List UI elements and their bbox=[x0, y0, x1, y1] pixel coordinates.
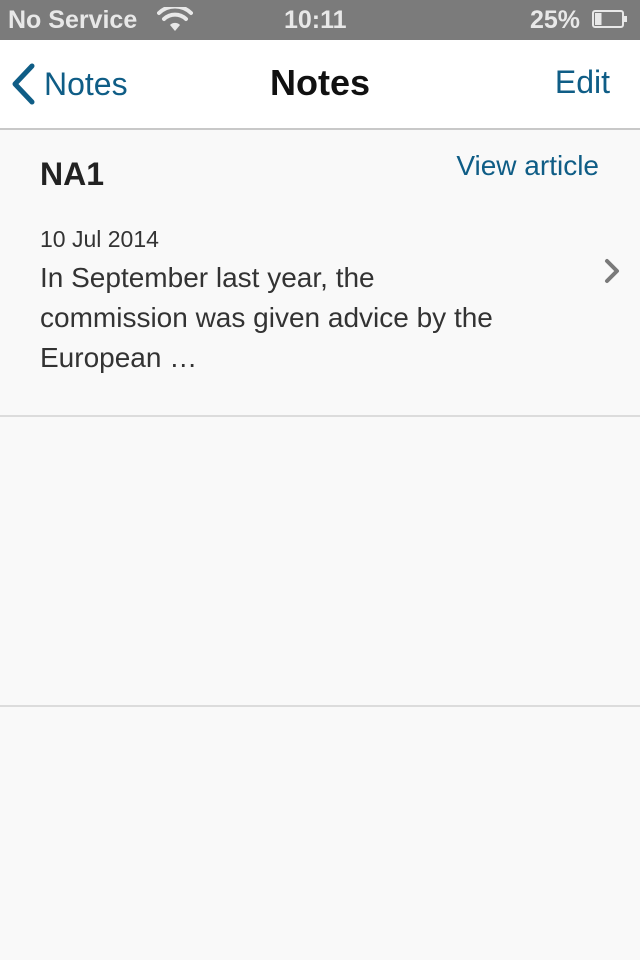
wifi-icon bbox=[157, 7, 193, 31]
page-title: Notes bbox=[269, 62, 371, 103]
battery-percent: 25% bbox=[530, 6, 581, 34]
note-date: 10 Jul 2014 bbox=[40, 226, 159, 252]
note-title: NA1 bbox=[40, 156, 105, 192]
battery-icon bbox=[592, 10, 627, 28]
empty-list-row bbox=[0, 417, 640, 707]
clock: 10:11 bbox=[284, 6, 347, 34]
status-bar: No Service 10:11 25% bbox=[0, 0, 640, 40]
note-excerpt: In September last year, the commission w… bbox=[40, 262, 493, 373]
navigation-bar: Notes Notes Edit bbox=[0, 40, 640, 130]
edit-button[interactable]: Edit bbox=[555, 64, 610, 101]
notes-list: NA1 View article 10 Jul 2014 In Septembe… bbox=[0, 130, 640, 707]
carrier-label: No Service bbox=[8, 6, 138, 34]
view-article-link[interactable]: View article bbox=[456, 150, 599, 182]
chevron-right-icon bbox=[605, 259, 619, 283]
list-item[interactable]: NA1 View article 10 Jul 2014 In Septembe… bbox=[0, 130, 640, 417]
